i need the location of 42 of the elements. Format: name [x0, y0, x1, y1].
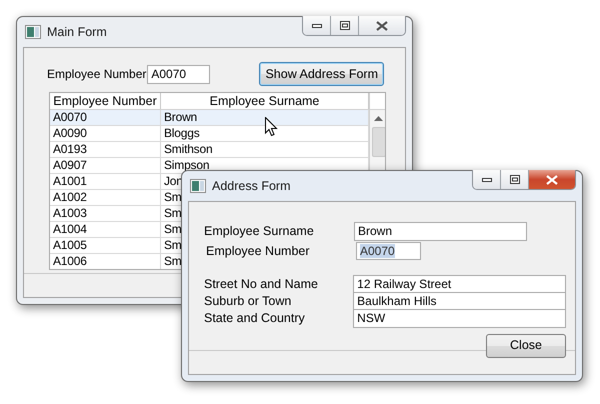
column-header[interactable]: Employee Number	[50, 93, 161, 109]
table-cell: A0090	[50, 126, 161, 141]
maximize-icon	[510, 175, 520, 184]
minimize-icon	[312, 24, 322, 28]
close-form-button[interactable]: Close	[486, 334, 566, 358]
text-field[interactable]: Brown	[354, 222, 527, 241]
pointer-icon	[265, 117, 278, 137]
field-label: State and Country	[204, 310, 306, 327]
maximize-button[interactable]	[331, 16, 359, 35]
employee-number-field[interactable]: A0070	[147, 64, 210, 84]
table-cell: A1002	[50, 190, 161, 205]
app-icon	[190, 179, 206, 193]
minimize-button[interactable]	[303, 16, 331, 35]
close-button[interactable]	[529, 170, 575, 189]
table-cell: A0070	[50, 110, 161, 125]
table-cell: A0193	[50, 142, 161, 157]
app-icon	[25, 25, 41, 39]
scroll-thumb[interactable]	[372, 127, 385, 157]
text-field[interactable]: NSW	[353, 308, 566, 328]
maximize-button[interactable]	[501, 170, 529, 189]
text-field[interactable]: A0070	[356, 242, 421, 260]
scroll-up-icon[interactable]	[374, 116, 383, 121]
close-button[interactable]	[359, 16, 405, 35]
field-label: Suburb or Town	[204, 292, 292, 310]
minimize-button[interactable]	[473, 170, 501, 189]
grid-row[interactable]: A0193 Smithson	[50, 142, 369, 158]
close-icon	[546, 174, 558, 184]
maximize-icon	[340, 21, 350, 30]
table-cell: A1004	[50, 222, 161, 237]
field-label: Street No and Name	[204, 276, 319, 293]
table-cell: A1001	[50, 174, 161, 189]
table-cell: A0907	[50, 158, 161, 173]
field-label: Employee Number	[47, 66, 146, 83]
minimize-icon	[482, 178, 492, 182]
window-title: Main Form	[47, 24, 107, 41]
table-cell: A1005	[50, 238, 161, 253]
table-cell: A1003	[50, 206, 161, 221]
table-cell: A1006	[50, 254, 161, 269]
text-field[interactable]: 12 Railway Street	[353, 274, 566, 294]
close-icon	[376, 20, 388, 30]
grid-row[interactable]: A0070 Brown	[50, 110, 369, 126]
show-address-button[interactable]: Show Address Form	[259, 62, 384, 86]
